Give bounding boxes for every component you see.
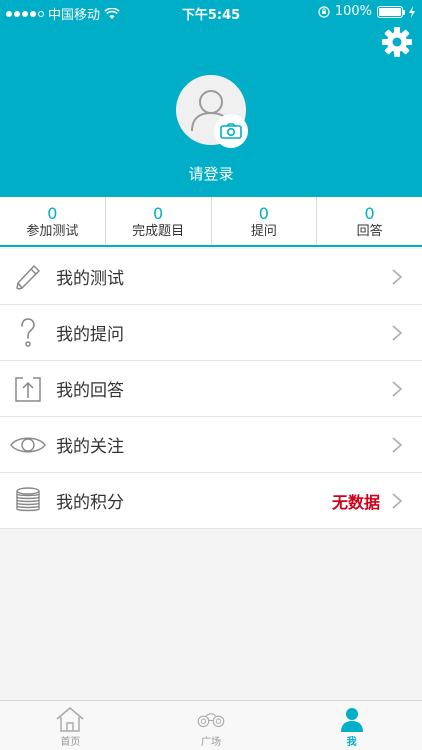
rotation-lock-icon xyxy=(318,5,330,18)
stat-value: 0 xyxy=(47,204,58,223)
tab-label: 首页 xyxy=(60,737,81,748)
menu-item-my-tests[interactable]: 我的测试 xyxy=(0,249,422,305)
stat-tests[interactable]: 0 参加测试 xyxy=(0,197,106,245)
user-icon xyxy=(340,708,363,732)
stat-label: 参加测试 xyxy=(26,224,79,239)
status-bar: 中国移动 下午5:45 100% xyxy=(0,0,422,24)
stat-completed[interactable]: 0 完成题目 xyxy=(106,197,212,245)
stat-value: 0 xyxy=(153,204,164,223)
pencil-icon xyxy=(16,264,40,290)
binoculars-icon xyxy=(197,713,225,728)
menu-item-my-follows[interactable]: 我的关注 xyxy=(0,417,422,473)
tab-bar: 首页 广场 我 xyxy=(0,700,422,750)
chevron-right-icon xyxy=(392,437,402,453)
battery-icon xyxy=(377,5,405,18)
home-icon xyxy=(56,707,84,732)
battery-percent: 100% xyxy=(334,4,372,19)
stat-value: 0 xyxy=(364,204,375,223)
upload-icon xyxy=(15,376,41,402)
profile-header: 中国移动 下午5:45 100% 请登录 xyxy=(0,0,422,197)
question-icon xyxy=(21,317,35,347)
tab-label: 广场 xyxy=(201,737,221,748)
camera-button[interactable] xyxy=(214,114,248,148)
tab-me[interactable]: 我 xyxy=(281,701,422,750)
tab-home[interactable]: 首页 xyxy=(0,701,141,750)
stat-label: 提问 xyxy=(250,224,277,239)
menu-item-label: 我的测试 xyxy=(56,269,124,289)
chevron-right-icon xyxy=(392,325,402,341)
menu-item-label: 我的积分 xyxy=(56,493,124,513)
eye-icon xyxy=(10,437,46,452)
stats-bar: 0 参加测试 0 完成题目 0 提问 0 回答 xyxy=(0,197,422,247)
menu-item-label: 我的提问 xyxy=(56,325,124,345)
chevron-right-icon xyxy=(392,269,402,285)
stat-answers[interactable]: 0 回答 xyxy=(317,197,422,245)
stat-label: 完成题目 xyxy=(132,224,185,239)
menu-item-my-questions[interactable]: 我的提问 xyxy=(0,305,422,361)
menu-item-my-points[interactable]: 我的积分 无数据 xyxy=(0,473,422,529)
stat-value: 0 xyxy=(258,204,269,223)
chevron-right-icon xyxy=(392,493,402,509)
gear-icon[interactable] xyxy=(381,26,413,58)
charging-icon xyxy=(409,5,415,18)
menu-item-my-answers[interactable]: 我的回答 xyxy=(0,361,422,417)
chevron-right-icon xyxy=(392,381,402,397)
login-link[interactable]: 请登录 xyxy=(0,163,422,184)
stat-label: 回答 xyxy=(356,224,383,239)
points-value: 无数据 xyxy=(331,492,380,512)
coins-icon xyxy=(16,486,40,511)
menu-item-label: 我的回答 xyxy=(56,381,124,401)
stat-questions[interactable]: 0 提问 xyxy=(212,197,318,245)
tab-label: 我 xyxy=(346,737,357,748)
status-right: 100% xyxy=(318,4,416,19)
tab-square[interactable]: 广场 xyxy=(141,701,282,750)
menu-list: 我的测试 我的提问 我的回答 我的关注 我的积分 无数据 xyxy=(0,249,422,529)
camera-icon xyxy=(220,123,242,139)
menu-item-label: 我的关注 xyxy=(56,437,124,457)
